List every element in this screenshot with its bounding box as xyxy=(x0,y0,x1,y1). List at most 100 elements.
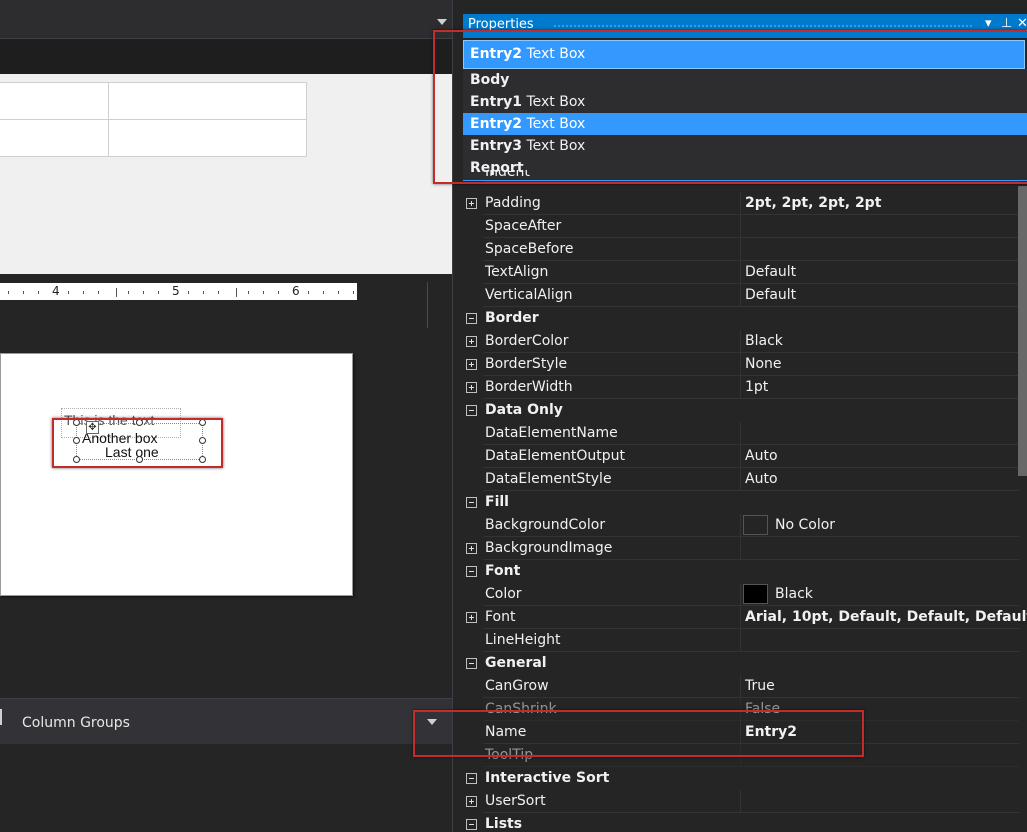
property-row-dataelementname[interactable]: DataElementName xyxy=(463,422,1019,445)
chevron-down-icon[interactable] xyxy=(437,19,447,25)
collapse-icon[interactable] xyxy=(466,819,477,830)
property-row-backgroundimage[interactable]: BackgroundImage xyxy=(463,537,1019,560)
property-value[interactable]: No Color xyxy=(775,517,835,533)
category-font[interactable]: Font xyxy=(463,560,1019,583)
property-name: BorderColor xyxy=(485,333,569,349)
category-border[interactable]: Border xyxy=(463,307,1019,330)
expand-icon[interactable] xyxy=(466,198,477,209)
color-swatch[interactable] xyxy=(743,584,768,604)
collapse-icon[interactable] xyxy=(466,566,477,577)
chevron-down-icon[interactable]: ▾ xyxy=(985,16,992,31)
property-row-color[interactable]: Color Black xyxy=(463,583,1019,606)
designer-top-strip xyxy=(0,0,452,38)
category-label: Font xyxy=(485,563,521,579)
pin-icon[interactable]: ⊥ xyxy=(1001,16,1012,31)
column-divider xyxy=(740,330,741,353)
expand-icon[interactable] xyxy=(466,543,477,554)
category-label: Fill xyxy=(485,494,509,510)
column-divider xyxy=(740,629,741,652)
category-lists[interactable]: Lists xyxy=(463,813,1019,832)
property-name: BorderWidth xyxy=(485,379,573,395)
property-name: BackgroundColor xyxy=(485,517,606,533)
property-row-spaceafter[interactable]: SpaceAfter xyxy=(463,215,1019,238)
color-swatch[interactable] xyxy=(743,515,768,535)
property-row-dataelementoutput[interactable]: DataElementOutput Auto xyxy=(463,445,1019,468)
property-grid-scrollbar[interactable] xyxy=(1018,186,1027,476)
property-row-dataelementstyle[interactable]: DataElementStyle Auto xyxy=(463,468,1019,491)
groups-bar-marker xyxy=(0,709,2,725)
property-row-cangrow[interactable]: CanGrow True xyxy=(463,675,1019,698)
property-row-backgroundcolor[interactable]: BackgroundColor No Color xyxy=(463,514,1019,537)
category-interactive-sort[interactable]: Interactive Sort xyxy=(463,767,1019,790)
column-divider xyxy=(740,514,741,537)
property-value[interactable]: 2pt, 2pt, 2pt, 2pt xyxy=(745,195,881,211)
report-body-canvas[interactable] xyxy=(0,353,353,596)
header-cell[interactable] xyxy=(0,82,109,120)
ruler-tick xyxy=(158,291,159,294)
category-data-only[interactable]: Data Only xyxy=(463,399,1019,422)
column-divider xyxy=(740,422,741,445)
column-divider xyxy=(740,376,741,399)
ruler-tick xyxy=(338,291,339,294)
property-value[interactable]: 1pt xyxy=(745,379,768,395)
close-icon[interactable]: ✕ xyxy=(1017,16,1027,31)
expand-icon[interactable] xyxy=(466,382,477,393)
column-divider xyxy=(740,790,741,813)
property-row-spacebefore[interactable]: SpaceBefore xyxy=(463,238,1019,261)
property-value[interactable]: Auto xyxy=(745,448,778,464)
ruler-tick xyxy=(236,288,237,297)
category-label: General xyxy=(485,655,547,671)
ruler-tick xyxy=(203,291,204,294)
ruler-tick xyxy=(116,288,117,297)
property-row-padding[interactable]: Padding 2pt, 2pt, 2pt, 2pt xyxy=(463,192,1019,215)
property-value[interactable]: Default xyxy=(745,264,796,280)
property-name: Color xyxy=(485,586,522,602)
name-row-highlight xyxy=(413,710,864,757)
expand-icon[interactable] xyxy=(466,359,477,370)
expand-icon[interactable] xyxy=(466,796,477,807)
category-general[interactable]: General xyxy=(463,652,1019,675)
property-row-borderstyle[interactable]: BorderStyle None xyxy=(463,353,1019,376)
ruler-tick xyxy=(98,291,99,294)
collapse-icon[interactable] xyxy=(466,497,477,508)
collapse-icon[interactable] xyxy=(466,313,477,324)
property-row-usersort[interactable]: UserSort xyxy=(463,790,1019,813)
property-value[interactable]: Auto xyxy=(745,471,778,487)
category-label: Lists xyxy=(485,816,523,832)
expand-icon[interactable] xyxy=(466,612,477,623)
property-row-lineheight[interactable]: LineHeight xyxy=(463,629,1019,652)
property-value[interactable]: Black xyxy=(745,333,783,349)
property-row-font[interactable]: Font Arial, 10pt, Default, Default, Defau… xyxy=(463,606,1027,629)
header-cell[interactable] xyxy=(108,119,307,157)
header-cell[interactable] xyxy=(108,82,307,120)
property-value[interactable]: Black xyxy=(775,586,813,602)
property-value[interactable]: None xyxy=(745,356,782,372)
ruler-tick xyxy=(128,291,129,294)
groups-pane xyxy=(0,744,452,832)
dropdown-highlight xyxy=(433,30,1027,184)
property-name: Font xyxy=(485,609,516,625)
collapse-icon[interactable] xyxy=(466,658,477,669)
ruler-tick xyxy=(188,291,189,294)
column-divider xyxy=(740,284,741,307)
ruler-tick xyxy=(8,291,9,294)
property-name: DataElementName xyxy=(485,425,618,441)
header-cell[interactable] xyxy=(0,119,109,157)
category-fill[interactable]: Fill xyxy=(463,491,1019,514)
property-row-borderwidth[interactable]: BorderWidth 1pt xyxy=(463,376,1019,399)
collapse-icon[interactable] xyxy=(466,773,477,784)
property-value[interactable]: Arial, 10pt, Default, Default, Default xyxy=(745,609,1027,625)
report-designer: 456 This is the text Another box Last on… xyxy=(0,0,452,832)
property-row-verticalalign[interactable]: VerticalAlign Default xyxy=(463,284,1019,307)
category-label: Interactive Sort xyxy=(485,770,610,786)
property-value[interactable]: Default xyxy=(745,287,796,303)
ruler-tick xyxy=(308,291,309,294)
ruler-tick xyxy=(263,291,264,294)
property-row-bordercolor[interactable]: BorderColor Black xyxy=(463,330,1019,353)
expand-icon[interactable] xyxy=(466,336,477,347)
property-row-textalign[interactable]: TextAlign Default xyxy=(463,261,1019,284)
property-name: SpaceAfter xyxy=(485,218,562,234)
property-value[interactable]: True xyxy=(745,678,775,694)
collapse-icon[interactable] xyxy=(466,405,477,416)
header-table[interactable] xyxy=(0,82,307,157)
